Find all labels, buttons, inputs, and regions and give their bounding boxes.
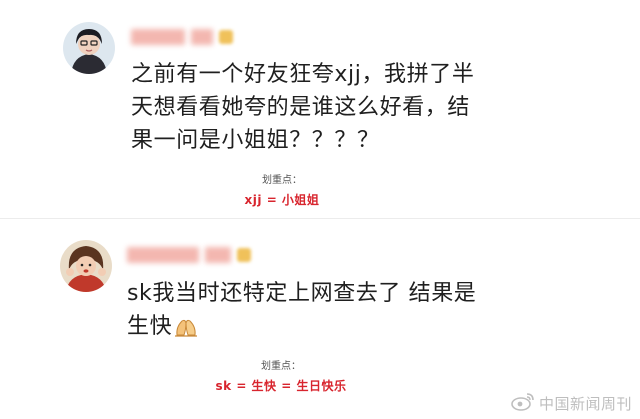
- comment-2-highlight: 划重点： sk = 生快 = 生日快乐: [196, 360, 366, 394]
- watermark-text: 中国新闻周刊: [538, 394, 632, 413]
- praying-hands-emoji-icon: [174, 314, 198, 347]
- commenter-1-avatar[interactable]: [63, 22, 115, 74]
- comment-2-text: sk我当时还特定上网查去了 结果是 生快: [127, 277, 476, 347]
- commenter-1-name[interactable]: [131, 28, 233, 46]
- comment-divider: [0, 218, 640, 219]
- comment-1-line-2: 天想看看她夸的是谁这么好看，结: [131, 95, 471, 120]
- highlight-label: 划重点：: [261, 361, 301, 372]
- highlight-label: 划重点：: [262, 175, 302, 186]
- blurred-username: [127, 247, 199, 263]
- highlight-value: xjj = 小姐姐: [244, 193, 320, 207]
- weibo-logo-icon: [511, 391, 535, 415]
- comment-2-line-2-wrap: 生快: [127, 310, 476, 347]
- blurred-username: [131, 29, 185, 45]
- highlight-value: sk = 生快 = 生日快乐: [215, 379, 347, 393]
- comment-2-line-2: 生快: [127, 314, 173, 339]
- user-badge-icon: [237, 248, 251, 262]
- comment-1-text: 之前有一个好友狂夸xjj，我拼了半 天想看看她夸的是谁这么好看，结 果一问是小姐…: [131, 58, 474, 157]
- comment-1-line-3: 果一问是小姐姐？？？？: [131, 128, 380, 153]
- watermark: 中国新闻周刊: [511, 391, 632, 415]
- blurred-username-part: [191, 29, 213, 45]
- comment-1-highlight: 划重点： xjj = 小姐姐: [222, 174, 342, 208]
- commenter-2-avatar[interactable]: [60, 240, 112, 292]
- user-badge-icon: [219, 30, 233, 44]
- blurred-username-part: [205, 247, 231, 263]
- comment-1-line-1: 之前有一个好友狂夸xjj，我拼了半: [131, 62, 475, 87]
- commenter-2-name[interactable]: [127, 246, 251, 264]
- comment-2-line-1: sk我当时还特定上网查去了 结果是: [127, 281, 477, 306]
